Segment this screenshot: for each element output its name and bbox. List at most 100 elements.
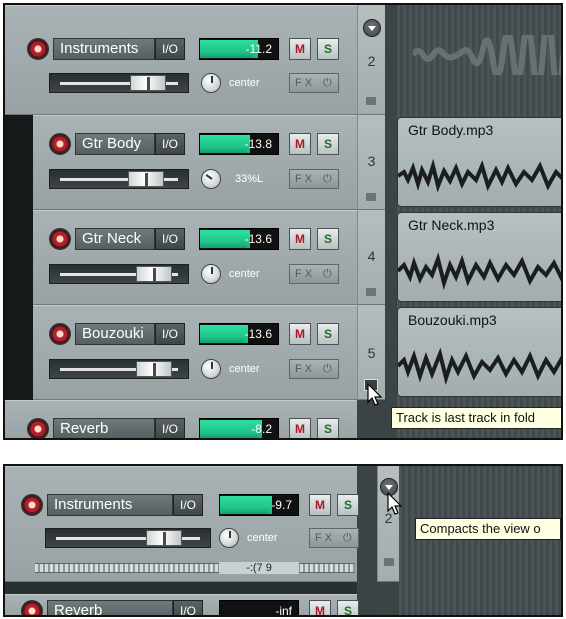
fader-knob[interactable] — [128, 171, 164, 187]
fx-button[interactable]: F X — [295, 265, 312, 283]
mouse-pointer-icon — [387, 492, 403, 515]
solo-button[interactable]: S — [317, 323, 339, 345]
track-name[interactable]: Reverb — [47, 600, 173, 615]
track-number: 4 — [367, 248, 376, 264]
fx-bypass-icon[interactable]: ⏻ — [343, 529, 352, 547]
folder-collapse-icon[interactable] — [363, 19, 381, 37]
volume-meter: -13.6 — [199, 228, 279, 250]
fader-knob[interactable] — [136, 266, 172, 282]
fx-bypass-icon[interactable]: ⏻ — [323, 170, 332, 188]
io-button[interactable]: I/O — [155, 228, 185, 250]
io-button[interactable]: I/O — [155, 418, 185, 438]
track-name[interactable]: Gtr Body — [75, 133, 155, 155]
mute-button[interactable]: M — [309, 600, 331, 615]
meter-peak-readout: -8.2 — [251, 422, 272, 436]
solo-button[interactable]: S — [317, 133, 339, 155]
fader-knob[interactable] — [130, 75, 166, 91]
volume-fader[interactable] — [49, 264, 189, 284]
solo-button[interactable]: S — [317, 228, 339, 250]
mute-button[interactable]: M — [289, 228, 311, 250]
io-button[interactable]: I/O — [173, 600, 203, 615]
track-bouzouki — [33, 305, 357, 400]
volume-meter: -11.2 — [199, 38, 279, 60]
folder-icon[interactable] — [384, 558, 394, 566]
volume-fader[interactable] — [49, 169, 189, 189]
volume-meter: -13.8 — [199, 133, 279, 155]
meter-peak-readout: -13.8 — [244, 137, 272, 151]
pan-label: center — [247, 532, 278, 544]
record-arm-icon[interactable] — [21, 494, 43, 516]
meter-peak-readout: -11.2 — [245, 42, 272, 56]
record-arm-icon[interactable] — [49, 323, 71, 345]
io-button[interactable]: I/O — [155, 133, 185, 155]
pan-knob[interactable] — [201, 359, 221, 379]
io-button[interactable]: I/O — [155, 38, 185, 60]
collapsed-children-label: -:(7 9 — [219, 562, 299, 574]
track-number-column: 2 — [377, 466, 399, 582]
record-arm-icon[interactable] — [49, 228, 71, 250]
meter-peak-readout: -13.6 — [244, 232, 272, 246]
record-arm-icon[interactable] — [49, 133, 71, 155]
folder-waveform — [413, 35, 561, 75]
media-item[interactable]: Gtr Body.mp3 — [397, 117, 561, 207]
reaper-tracks-panel-bottom: Instruments I/O -9.7 M S center F X ⏻ -:… — [3, 464, 563, 617]
folder-icon[interactable] — [366, 97, 376, 105]
fx-button[interactable]: F X — [295, 360, 312, 378]
volume-fader[interactable] — [45, 528, 211, 548]
fader-knob[interactable] — [136, 361, 172, 377]
item-waveform — [398, 347, 561, 386]
fader-knob[interactable] — [146, 530, 182, 546]
media-item[interactable]: Gtr Neck.mp3 — [397, 212, 561, 302]
fx-controls: F X ⏻ — [309, 528, 359, 548]
fx-button[interactable]: F X — [295, 170, 312, 188]
mute-button[interactable]: M — [289, 323, 311, 345]
solo-button[interactable]: S — [317, 418, 339, 438]
volume-fader[interactable] — [49, 359, 189, 379]
media-item[interactable]: Bouzouki.mp3 — [397, 307, 561, 397]
track-name[interactable]: Bouzouki — [75, 323, 155, 345]
solo-button[interactable]: S — [317, 38, 339, 60]
track-name[interactable]: Instruments — [53, 38, 155, 60]
mute-button[interactable]: M — [289, 133, 311, 155]
volume-meter: -8.2 — [199, 418, 279, 438]
fx-controls: F X ⏻ — [289, 264, 339, 284]
mute-button[interactable]: M — [309, 494, 331, 516]
io-button[interactable]: I/O — [155, 323, 185, 345]
reaper-tracks-panel-top: Instruments I/O -11.2 M S center F X ⏻ 2… — [3, 3, 563, 440]
fx-bypass-icon[interactable]: ⏻ — [323, 74, 332, 92]
mute-button[interactable]: M — [289, 418, 311, 438]
track-number: 5 — [367, 345, 376, 361]
volume-meter: -13.6 — [199, 323, 279, 345]
tooltip: Track is last track in fold — [391, 407, 561, 429]
track-number-column: 3 — [357, 115, 385, 210]
track-name[interactable]: Instruments — [47, 494, 173, 516]
fx-button[interactable]: F X — [315, 529, 332, 547]
pan-label: 33%L — [235, 173, 264, 185]
record-arm-icon[interactable] — [27, 418, 49, 438]
io-button[interactable]: I/O — [173, 494, 203, 516]
folder-icon[interactable] — [366, 288, 376, 296]
track-name[interactable]: Gtr Neck — [75, 228, 155, 250]
track-name[interactable]: Reverb — [53, 418, 155, 438]
pan-knob[interactable] — [201, 264, 221, 284]
record-arm-icon[interactable] — [21, 600, 43, 615]
fx-button[interactable]: F X — [295, 74, 312, 92]
track-number-column: 4 — [357, 210, 385, 305]
mute-button[interactable]: M — [289, 38, 311, 60]
pan-knob[interactable] — [219, 528, 239, 548]
fx-bypass-icon[interactable]: ⏻ — [323, 265, 332, 283]
fx-controls: F X ⏻ — [289, 359, 339, 379]
volume-fader[interactable] — [49, 73, 189, 93]
meter-peak-readout: -13.6 — [244, 327, 272, 341]
volume-meter: -inf — [219, 600, 299, 617]
solo-button[interactable]: S — [337, 494, 359, 516]
folder-icon[interactable] — [366, 193, 376, 201]
record-arm-icon[interactable] — [27, 38, 49, 60]
collapsed-children-bar[interactable] — [35, 563, 355, 573]
meter-peak-readout: -inf — [275, 604, 292, 617]
pan-knob[interactable] — [201, 73, 221, 93]
fx-bypass-icon[interactable]: ⏻ — [323, 360, 332, 378]
solo-button[interactable]: S — [337, 600, 359, 615]
pan-knob[interactable] — [201, 169, 221, 189]
track-instruments — [5, 5, 357, 115]
